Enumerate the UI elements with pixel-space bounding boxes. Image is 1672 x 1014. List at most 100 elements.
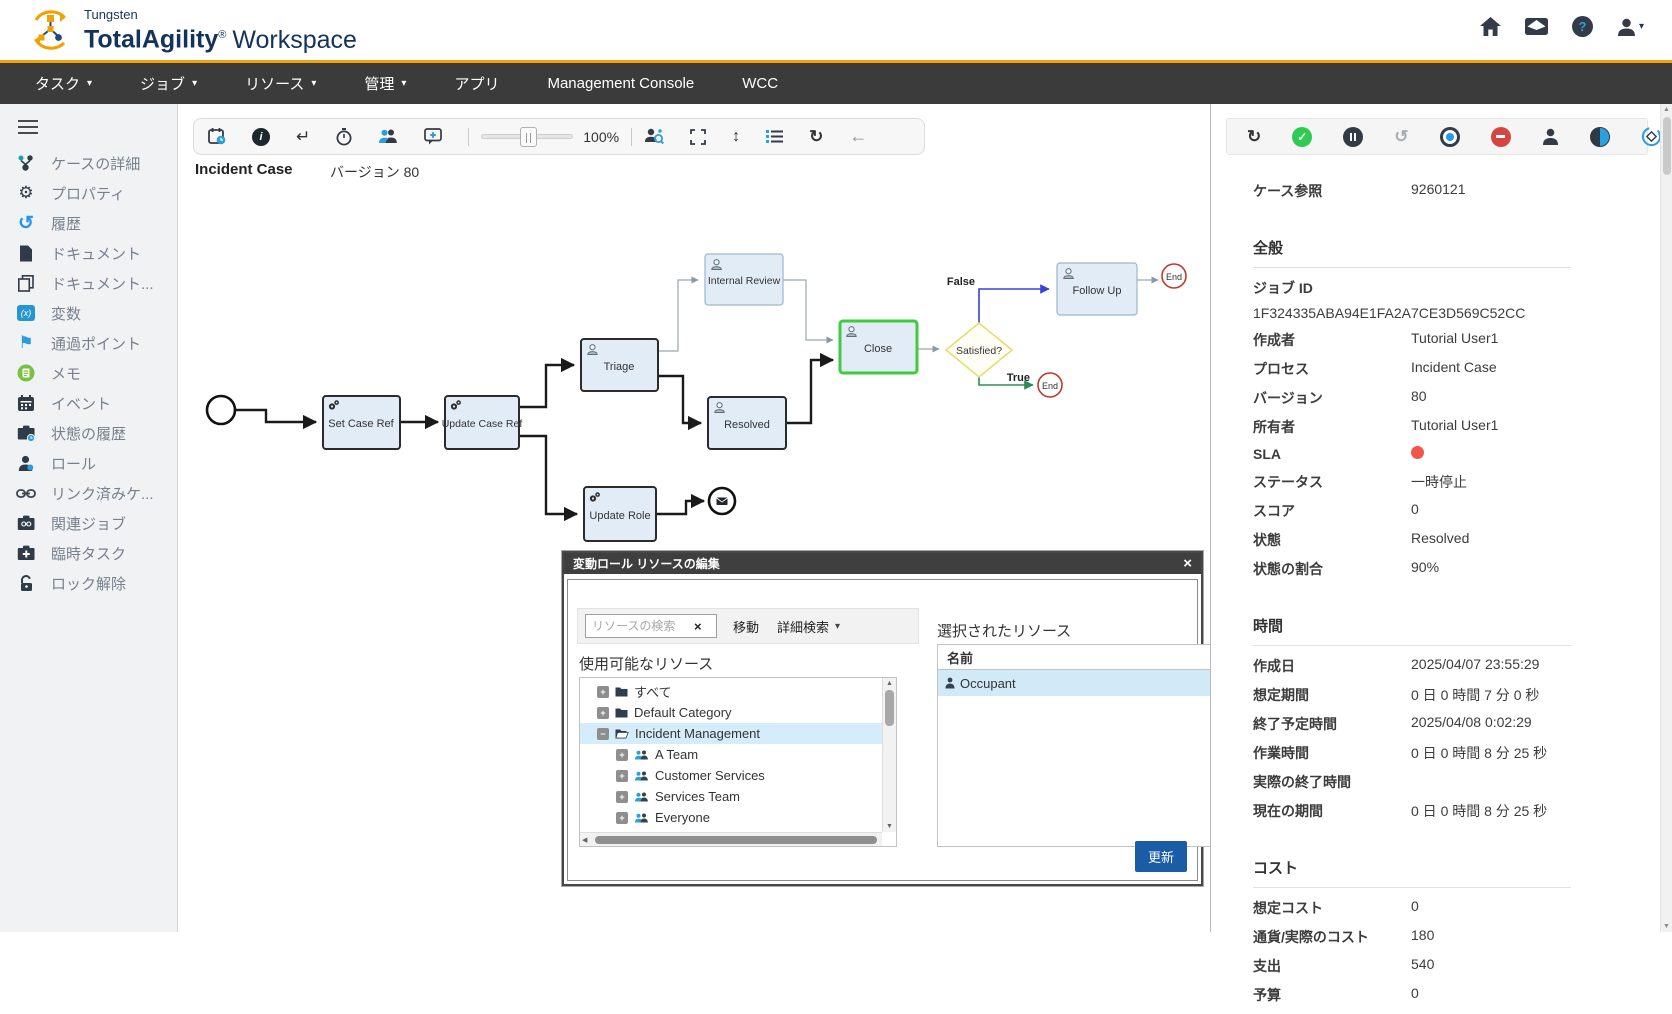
node-update-role[interactable]: Update Role bbox=[584, 487, 656, 541]
advanced-search-button[interactable]: 詳細検索 ▾ bbox=[777, 617, 840, 636]
return-icon[interactable]: ↵ bbox=[296, 127, 310, 147]
nav-jobs[interactable]: ジョブ▾ bbox=[140, 73, 197, 94]
sidebar-item-documents[interactable]: ドキュメント bbox=[0, 238, 177, 268]
sidebar-item-document-sets[interactable]: ドキュメント... bbox=[0, 268, 177, 298]
svg-text:Update Case Ref: Update Case Ref bbox=[442, 418, 523, 430]
sidebar-item-state-history[interactable]: 状態の履歴 bbox=[0, 418, 177, 448]
process-version: バージョン 80 bbox=[330, 162, 419, 182]
page-vertical-scrollbar[interactable]: ▲ ▼ bbox=[1660, 104, 1672, 932]
expand-icon[interactable]: + bbox=[597, 686, 609, 698]
node-end-top[interactable]: End bbox=[1162, 264, 1186, 288]
selected-resource-row[interactable]: Occupant bbox=[938, 670, 1211, 696]
tree-item-services-team[interactable]: + Services Team bbox=[580, 786, 882, 807]
comment-add-icon[interactable] bbox=[424, 128, 442, 145]
sidebar-item-linked-cases[interactable]: リンク済みケ... bbox=[0, 478, 177, 508]
sidebar-item-roles[interactable]: ロール bbox=[0, 448, 177, 478]
search-input[interactable] bbox=[590, 618, 694, 634]
nav-apps[interactable]: アプリ bbox=[454, 73, 499, 94]
fit-screen-icon[interactable] bbox=[690, 129, 706, 145]
scroll-left-icon[interactable]: ◀ bbox=[582, 836, 587, 844]
move-button[interactable]: 移動 bbox=[733, 617, 759, 636]
expand-icon[interactable]: + bbox=[616, 812, 628, 824]
tree-item-everyone[interactable]: + Everyone bbox=[580, 807, 882, 828]
nav-resources[interactable]: リソース▾ bbox=[245, 73, 316, 94]
sidebar-item-notes[interactable]: メモ bbox=[0, 358, 177, 388]
flag-icon: ⚑ bbox=[16, 333, 36, 353]
scroll-down-icon[interactable]: ▼ bbox=[1661, 923, 1672, 930]
nav-tasks[interactable]: タスク▾ bbox=[35, 73, 92, 94]
clear-search-icon[interactable]: × bbox=[694, 619, 702, 634]
back-icon[interactable]: ← bbox=[849, 126, 867, 147]
node-follow-up[interactable]: Follow Up bbox=[1057, 263, 1137, 315]
tree-horizontal-scrollbar[interactable]: ◀ bbox=[580, 832, 882, 846]
tree-item-default-category[interactable]: + Default Category bbox=[580, 702, 882, 723]
nav-admin[interactable]: 管理▾ bbox=[364, 73, 406, 94]
sidebar-item-history[interactable]: ↺ 履歴 bbox=[0, 208, 177, 238]
nav-management-console[interactable]: Management Console bbox=[547, 75, 694, 92]
resources-icon[interactable] bbox=[378, 129, 398, 144]
expand-icon[interactable]: + bbox=[616, 749, 628, 761]
scroll-down-icon[interactable]: ▼ bbox=[883, 823, 896, 830]
menu-toggle-icon[interactable] bbox=[18, 120, 38, 134]
node-resolved[interactable]: Resolved bbox=[708, 397, 786, 449]
tree-item-incident-management[interactable]: − Incident Management bbox=[580, 723, 882, 744]
sidebar-item-milestones[interactable]: ⚑ 通過ポイント bbox=[0, 328, 177, 358]
node-start[interactable] bbox=[207, 396, 235, 424]
scroll-up-icon[interactable]: ▲ bbox=[883, 680, 896, 687]
refresh-icon[interactable]: ↻ bbox=[1247, 127, 1261, 147]
sidebar-item-events[interactable]: イベント bbox=[0, 388, 177, 418]
progress-icon[interactable] bbox=[1590, 127, 1610, 147]
expand-icon[interactable]: + bbox=[616, 791, 628, 803]
node-triage[interactable]: Triage bbox=[581, 339, 658, 391]
collapse-icon[interactable]: − bbox=[597, 728, 609, 740]
complete-icon[interactable]: ✓ bbox=[1292, 127, 1312, 147]
sidebar-item-case-details[interactable]: ケースの詳細 bbox=[0, 148, 177, 178]
expand-icon[interactable]: + bbox=[597, 707, 609, 719]
sidebar-item-variables[interactable]: (x) 変数 bbox=[0, 298, 177, 328]
scroll-up-icon[interactable]: ▲ bbox=[1661, 106, 1672, 113]
sidebar-item-associated-jobs[interactable]: 関連ジョブ bbox=[0, 508, 177, 538]
node-set-case-ref[interactable]: Set Case Ref bbox=[323, 396, 400, 449]
tree-item-customer-services[interactable]: + Customer Services bbox=[580, 765, 882, 786]
scrollbar-thumb[interactable] bbox=[885, 690, 894, 726]
scrollbar-thumb[interactable] bbox=[595, 836, 877, 844]
home-icon[interactable] bbox=[1480, 17, 1501, 36]
node-end-bottom[interactable]: End bbox=[1038, 373, 1062, 397]
timer-icon[interactable] bbox=[336, 128, 352, 146]
nav-wcc[interactable]: WCC bbox=[742, 75, 778, 92]
help-icon[interactable]: ? bbox=[1572, 16, 1593, 37]
schedule-icon[interactable] bbox=[208, 128, 226, 145]
detail-row: ステータス一時停止 bbox=[1253, 472, 1571, 492]
node-close[interactable]: Close bbox=[840, 321, 917, 373]
node-update-case-ref[interactable]: Update Case Ref bbox=[442, 396, 523, 449]
sidebar-item-properties[interactable]: ⚙ プロパティ bbox=[0, 178, 177, 208]
owner-icon[interactable] bbox=[1542, 128, 1559, 145]
activity-list-icon[interactable] bbox=[766, 129, 783, 144]
resource-search-icon[interactable] bbox=[644, 128, 664, 145]
toolbar-separator bbox=[468, 128, 469, 146]
svg-text:Update Role: Update Role bbox=[589, 510, 650, 522]
expand-icon[interactable]: + bbox=[616, 770, 628, 782]
update-button[interactable]: 更新 bbox=[1135, 841, 1187, 872]
retry-icon[interactable]: ↺ bbox=[1394, 127, 1408, 147]
node-internal-review[interactable]: Internal Review bbox=[705, 254, 783, 305]
zoom-slider[interactable] bbox=[481, 134, 573, 139]
tree-item-all[interactable]: + すべて bbox=[580, 681, 882, 702]
record-icon[interactable] bbox=[1440, 127, 1460, 147]
sidebar-item-unlock[interactable]: ロック解除 bbox=[0, 568, 177, 598]
refresh-icon[interactable]: ↻ bbox=[809, 127, 823, 147]
user-menu[interactable]: ▾ bbox=[1617, 18, 1644, 36]
fit-height-icon[interactable]: ↕ bbox=[732, 128, 740, 146]
scrollbar-thumb[interactable] bbox=[1663, 117, 1671, 175]
tree-vertical-scrollbar[interactable]: ▲ ▼ bbox=[882, 678, 896, 832]
tree-item-a-team[interactable]: + A Team bbox=[580, 744, 882, 765]
sidebar-item-adhoc-tasks[interactable]: 臨時タスク bbox=[0, 538, 177, 568]
close-icon[interactable]: × bbox=[1183, 556, 1192, 571]
suspend-icon[interactable] bbox=[1343, 127, 1363, 147]
node-satisfied-decision[interactable]: Satisfied? bbox=[946, 323, 1012, 377]
info-icon[interactable]: i bbox=[252, 128, 270, 146]
terminate-icon[interactable] bbox=[1491, 127, 1511, 147]
node-email-end[interactable] bbox=[709, 488, 735, 514]
mail-icon[interactable] bbox=[1525, 18, 1548, 35]
zoom-slider-handle[interactable] bbox=[520, 127, 537, 147]
